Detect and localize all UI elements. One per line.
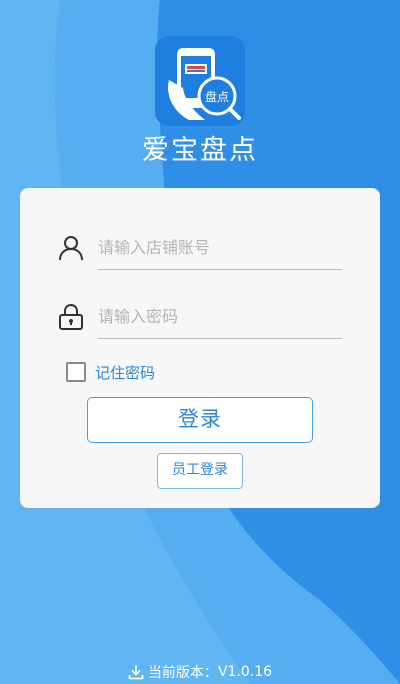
password-underline: [98, 338, 342, 339]
download-icon: [128, 665, 144, 680]
password-field: [58, 295, 342, 339]
account-input[interactable]: [98, 230, 342, 264]
staff-login-button[interactable]: 员工登录: [157, 453, 243, 489]
lock-icon: [58, 303, 84, 331]
version-info: 当前版本： V1.0.16: [0, 662, 400, 682]
account-field: [58, 226, 342, 270]
account-underline: [98, 269, 342, 270]
login-button[interactable]: 登录: [87, 397, 313, 443]
remember-label: 记住密码: [95, 363, 156, 382]
app-logo: 盘点: [155, 36, 245, 126]
remember-password-toggle[interactable]: 记住密码: [66, 361, 155, 383]
login-card: 记住密码 登录 员工登录: [20, 188, 380, 508]
user-icon: [58, 234, 84, 262]
logo-badge-text: 盘点: [205, 89, 229, 104]
version-label: 当前版本：: [147, 665, 218, 681]
version-value: V1.0.16: [217, 664, 273, 680]
app-title: 爱宝盘点: [142, 135, 258, 166]
password-input[interactable]: [98, 299, 342, 333]
remember-checkbox[interactable]: [66, 362, 86, 382]
